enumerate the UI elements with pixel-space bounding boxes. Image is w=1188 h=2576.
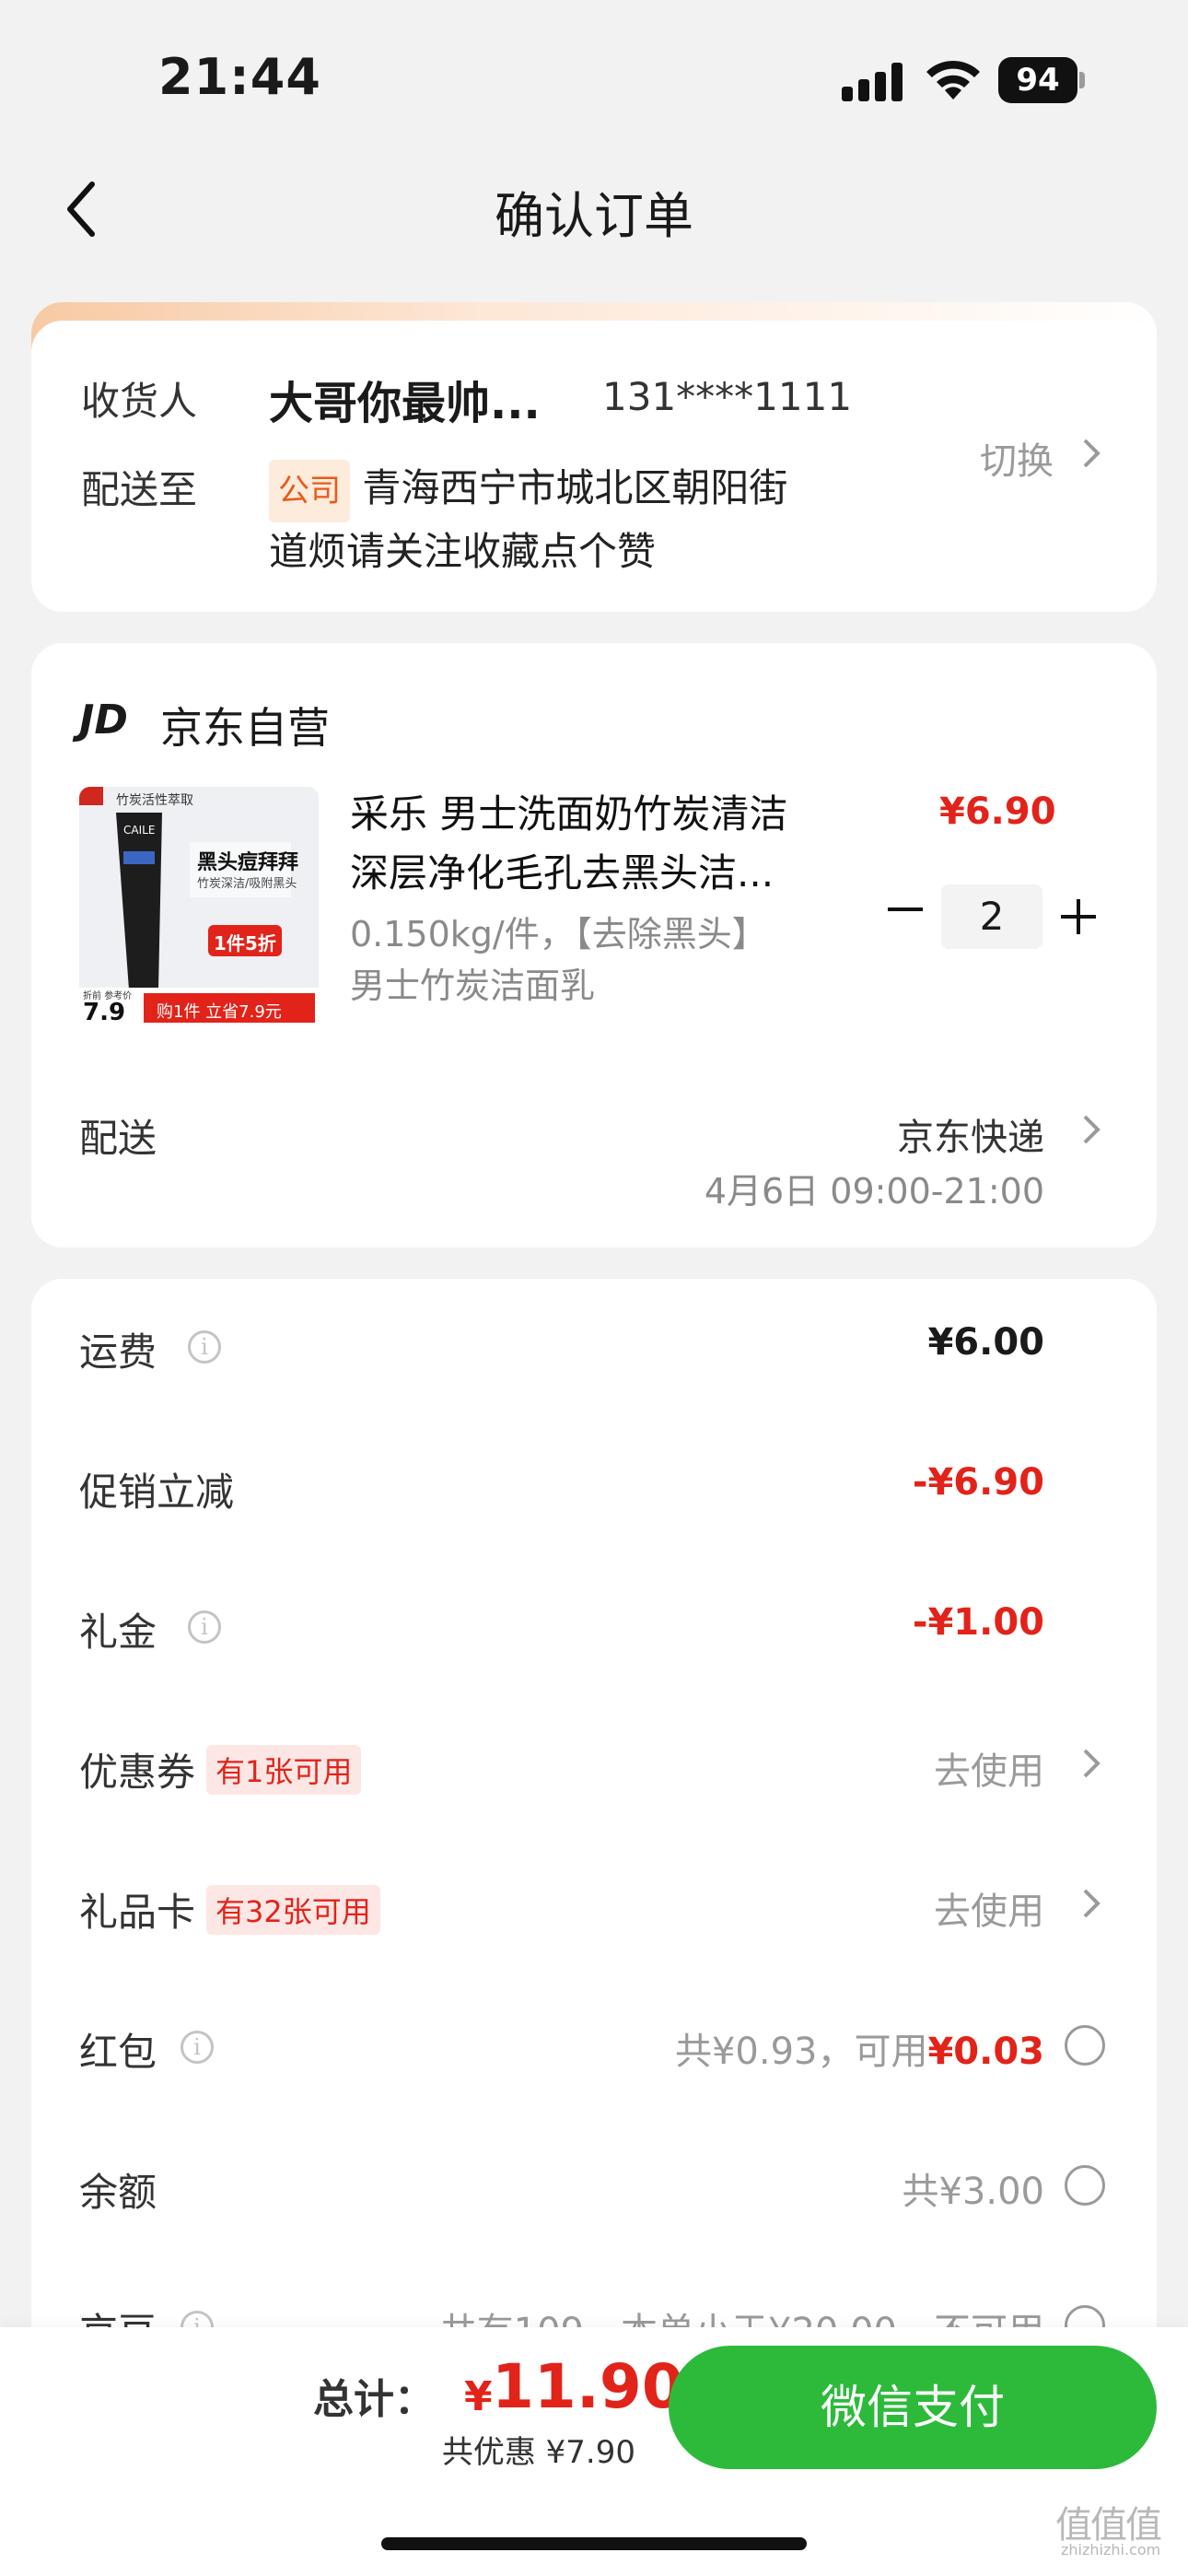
coupon-action[interactable]: 去使用	[934, 1741, 1044, 1795]
promo-value: -¥6.90	[912, 1461, 1044, 1504]
delivery-time: 4月6日 09:00-21:00	[704, 1171, 1044, 1212]
coupon-label: 优惠券	[79, 1750, 196, 1795]
total-label: 总计：	[313, 2376, 435, 2423]
address-card[interactable]: 收货人 大哥你最帅... 131****1111 配送至 公司 青海西宁市城北区…	[31, 321, 1157, 612]
giftcard-tag: 有32张可用	[206, 1885, 380, 1935]
status-time: 21:44	[158, 48, 321, 106]
product-title[interactable]: 采乐 男士洗面奶竹炭清洁 深层净化毛孔去黑头洁...	[350, 785, 787, 903]
product-image[interactable]: 竹炭活性萃取 黑头痘拜拜 竹炭深洁/吸附黑头 CAILE 1件5折 折前 参考价…	[79, 787, 319, 1026]
image-brand: CAILE	[123, 824, 156, 837]
image-header: 竹炭活性萃取	[116, 793, 193, 808]
product-spec-line2: 男士竹炭洁面乳	[350, 966, 596, 1006]
balance-value: 共¥3.00	[902, 2171, 1044, 2213]
plus-button[interactable]	[1061, 899, 1096, 934]
chevron-right-icon	[1083, 1115, 1101, 1144]
shipping-label: 运费	[79, 1329, 157, 1375]
address-text: 公司 青海西宁市城北区朝阳街 道烦请关注收藏点个赞	[269, 459, 858, 581]
store-name: 京东自营	[160, 703, 330, 753]
product-spec-line1: 0.150kg/件，【去除黑头】	[350, 914, 767, 954]
battery-level: 94	[998, 57, 1077, 103]
giftcard-action[interactable]: 去使用	[934, 1881, 1044, 1935]
radio-icon[interactable]	[1065, 2025, 1105, 2066]
battery-icon: 94	[998, 57, 1087, 103]
receiver-name: 大哥你最帅...	[269, 378, 541, 429]
giftcard-label: 礼品卡	[79, 1890, 196, 1935]
receiver-label: 收货人	[81, 379, 198, 424]
gift-cash-label: 礼金	[79, 1610, 157, 1655]
chevron-right-icon	[1083, 1749, 1101, 1778]
image-headline: 黑头痘拜拜	[197, 851, 299, 874]
image-sub: 竹炭深洁/吸附黑头	[197, 877, 297, 891]
promo-label: 促销立减	[79, 1469, 235, 1515]
chevron-right-icon	[1083, 439, 1101, 468]
watermark-url: zhizhizhi.com	[1061, 2541, 1161, 2558]
switch-address[interactable]: 切换	[980, 431, 1054, 485]
delivery-label: 配送	[79, 1116, 157, 1161]
quantity-input[interactable]: 2	[941, 884, 1042, 949]
receiver-phone: 131****1111	[602, 374, 853, 419]
wifi-icon	[923, 57, 984, 101]
coupon-tag: 有1张可用	[206, 1745, 362, 1795]
wechat-pay-button[interactable]: 微信支付	[669, 2346, 1157, 2469]
product-title-line1: 采乐 男士洗面奶竹炭清洁	[350, 791, 788, 837]
delivery-method[interactable]: 京东快递	[897, 1107, 1044, 1161]
radio-icon[interactable]	[1065, 2165, 1105, 2206]
total-currency: ¥	[464, 2373, 493, 2420]
total-value: 11.90	[492, 2351, 684, 2422]
info-icon[interactable]: i	[188, 1610, 221, 1644]
shipping-value: ¥6.00	[927, 1321, 1044, 1364]
product-spec: 0.150kg/件，【去除黑头】 男士竹炭洁面乳	[350, 908, 767, 1012]
home-indicator[interactable]	[381, 2537, 807, 2550]
redpacket-avail: ¥0.03	[927, 2031, 1044, 2073]
redpacket-label: 红包	[79, 2030, 157, 2075]
info-icon[interactable]: i	[181, 2031, 214, 2064]
minus-button[interactable]	[888, 905, 923, 914]
info-icon[interactable]: i	[188, 1330, 221, 1364]
balance-label: 余额	[79, 2170, 157, 2215]
address-line2: 道烦请关注收藏点个赞	[269, 529, 657, 574]
jd-logo: JD	[79, 697, 128, 744]
redpacket-info: 共¥0.93，可用	[674, 2031, 928, 2073]
fees-card	[31, 1279, 1157, 2384]
image-ref-price: 7.9	[83, 999, 126, 1026]
gift-cash-value: -¥1.00	[912, 1601, 1044, 1644]
redpacket-text: 共¥0.93，可用¥0.03	[675, 2021, 1044, 2075]
chevron-right-icon	[1083, 1889, 1101, 1918]
deliver-label: 配送至	[81, 467, 198, 512]
image-promo: 1件5折	[214, 932, 276, 954]
signal-icon	[842, 63, 903, 101]
total-discount: 共优惠 ¥7.90	[441, 2434, 635, 2471]
address-tag: 公司	[269, 460, 350, 522]
address-line1: 青海西宁市城北区朝阳街	[362, 465, 788, 510]
product-price: ¥6.90	[939, 790, 1056, 833]
product-title-line2: 深层净化毛孔去黑头洁...	[350, 850, 775, 896]
page-title: 确认订单	[495, 187, 693, 245]
image-deal: 购1件 立省7.9元	[157, 1002, 282, 1022]
